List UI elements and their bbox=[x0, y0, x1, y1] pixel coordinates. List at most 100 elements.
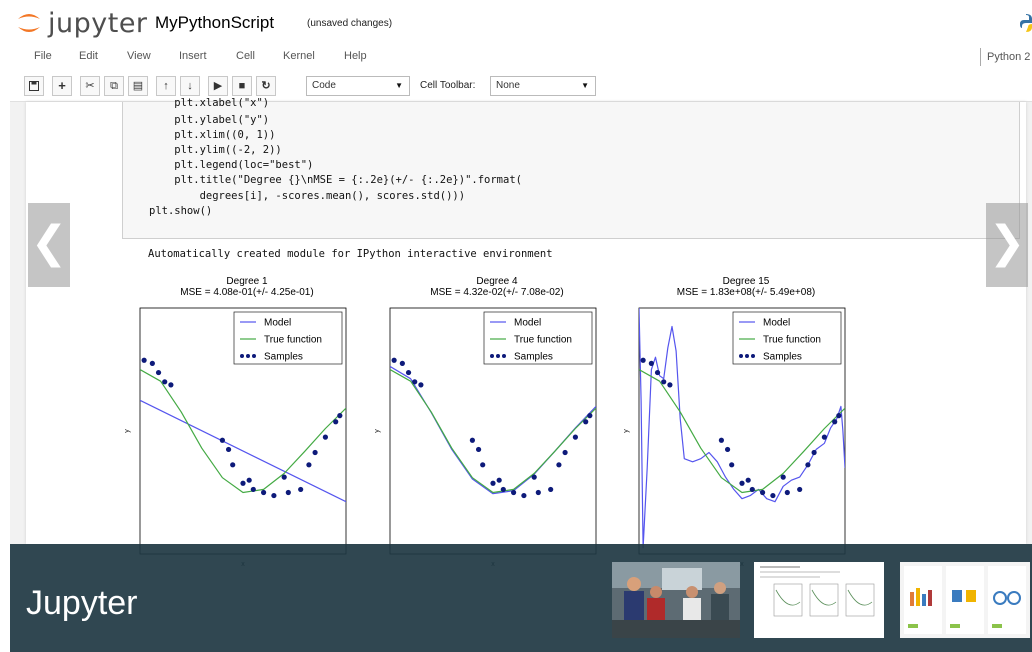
jupyter-logo-icon bbox=[16, 10, 42, 36]
stop-button[interactable]: ■ bbox=[232, 76, 252, 96]
run-button[interactable]: ▶ bbox=[208, 76, 228, 96]
thumbnail-slides-image bbox=[900, 562, 1030, 638]
thumbnail-notebook[interactable] bbox=[754, 562, 884, 638]
menu-cell[interactable]: Cell bbox=[236, 50, 255, 62]
next-slide-button[interactable]: ❯ bbox=[986, 203, 1028, 287]
plot-degree-15: xyModelTrue functionSamples bbox=[623, 307, 846, 568]
sample-point bbox=[337, 413, 343, 419]
legend-label: True function bbox=[514, 335, 572, 346]
plot-title-line: Degree 15 bbox=[722, 276, 770, 287]
menu-kernel[interactable]: Kernel bbox=[283, 50, 315, 62]
sample-point bbox=[724, 446, 731, 453]
sample-point bbox=[261, 489, 267, 496]
sample-point bbox=[162, 379, 168, 385]
sample-point bbox=[496, 477, 502, 483]
run-icon: ▶ bbox=[213, 80, 223, 92]
sample-point bbox=[562, 449, 568, 456]
sample-point bbox=[784, 489, 790, 496]
move-up-button[interactable]: ↑ bbox=[156, 76, 176, 96]
sample-point bbox=[412, 379, 418, 385]
menu-view[interactable]: View bbox=[127, 50, 151, 62]
sample-point bbox=[640, 357, 646, 363]
menu-help[interactable]: Help bbox=[344, 50, 367, 62]
sample-point bbox=[168, 382, 174, 388]
cut-button[interactable]: ✂ bbox=[80, 76, 100, 96]
code-line: plt.xlabel("x") bbox=[149, 97, 270, 109]
sample-point bbox=[333, 419, 339, 425]
sample-point bbox=[648, 360, 654, 366]
cell-type-value: Code bbox=[312, 80, 336, 91]
sample-point bbox=[745, 477, 751, 483]
thumbnail-photo[interactable] bbox=[612, 562, 740, 638]
sample-point bbox=[667, 382, 673, 388]
plot-title-line: MSE = 4.32e-02(+/- 7.08e-02) bbox=[430, 287, 564, 298]
sample-point bbox=[298, 486, 304, 493]
legend-marker bbox=[246, 354, 250, 358]
sample-point bbox=[418, 382, 424, 388]
plot-title-line: MSE = 1.83e+08(+/- 5.49e+08) bbox=[676, 287, 816, 298]
sample-point bbox=[739, 480, 745, 486]
sample-point bbox=[811, 449, 817, 456]
sample-point bbox=[306, 462, 312, 468]
menu-insert[interactable]: Insert bbox=[179, 50, 207, 62]
sample-point bbox=[587, 413, 593, 419]
sample-point bbox=[729, 462, 735, 468]
gallery-title: Jupyter bbox=[26, 584, 138, 622]
previous-slide-button[interactable]: ❮ bbox=[28, 203, 70, 287]
sample-point bbox=[760, 489, 766, 496]
sample-point bbox=[141, 357, 147, 363]
sample-point bbox=[661, 379, 667, 385]
code-line: plt.ylabel("y") bbox=[149, 114, 270, 126]
sample-point bbox=[780, 474, 786, 480]
sample-point bbox=[281, 474, 287, 480]
menu-edit[interactable]: Edit bbox=[79, 50, 98, 62]
restart-icon: ↻ bbox=[261, 80, 271, 92]
chevron-down-icon: ▼ bbox=[395, 81, 403, 90]
legend-label: Model bbox=[514, 318, 541, 329]
legend-marker bbox=[751, 354, 755, 358]
plus-icon: + bbox=[58, 78, 66, 93]
sample-point bbox=[572, 434, 578, 440]
move-down-button[interactable]: ↓ bbox=[180, 76, 200, 96]
sample-point bbox=[718, 437, 724, 443]
code-line: degrees[i], -scores.mean(), scores.std()… bbox=[149, 190, 466, 202]
cell-toolbar-select[interactable]: None ▼ bbox=[490, 76, 596, 96]
stop-icon: ■ bbox=[238, 80, 246, 92]
save-button[interactable] bbox=[24, 76, 44, 96]
sample-point bbox=[511, 489, 517, 496]
legend-label: Samples bbox=[514, 352, 553, 363]
plot-degree-4: xyModelTrue functionSamples bbox=[374, 307, 597, 568]
jupyter-logo[interactable]: jupyter bbox=[16, 6, 148, 40]
code-line: plt.show() bbox=[149, 205, 213, 217]
insert-cell-button[interactable]: + bbox=[52, 76, 72, 96]
notebook-name[interactable]: MyPythonScript bbox=[155, 13, 274, 33]
code-line: plt.ylim((-2, 2)) bbox=[149, 144, 282, 156]
restart-button[interactable]: ↻ bbox=[256, 76, 276, 96]
legend-marker bbox=[745, 354, 749, 358]
cell-type-select[interactable]: Code ▼ bbox=[306, 76, 410, 96]
legend-label: Model bbox=[264, 318, 291, 329]
menu-file[interactable]: File bbox=[34, 50, 52, 62]
sample-point bbox=[832, 419, 838, 425]
sample-point bbox=[405, 369, 412, 376]
sample-point bbox=[312, 449, 318, 456]
sample-point bbox=[225, 446, 232, 453]
chevron-down-icon: ▼ bbox=[581, 81, 589, 90]
copy-button[interactable]: ⧉ bbox=[104, 76, 124, 96]
save-status: (unsaved changes) bbox=[307, 18, 393, 29]
sample-point bbox=[250, 486, 256, 493]
paste-button[interactable]: ▤ bbox=[128, 76, 148, 96]
legend-label: True function bbox=[264, 335, 322, 346]
plot-title-line: Degree 1 bbox=[226, 276, 268, 287]
code-line: plt.xlim((0, 1)) bbox=[149, 129, 276, 141]
sample-point bbox=[399, 360, 405, 366]
sample-point bbox=[271, 492, 277, 499]
plot-title-line: MSE = 4.08e-01(+/- 4.25e-01) bbox=[180, 287, 314, 298]
plot-title: Degree 4 MSE = 4.32e-02(+/- 7.08e-02) bbox=[387, 276, 607, 298]
chevron-right-icon: ❯ bbox=[988, 217, 1026, 268]
sample-point bbox=[821, 434, 827, 440]
y-axis-label: y bbox=[124, 429, 131, 433]
code-cell-input[interactable]: plt.xlabel("x") plt.ylabel("y") plt.xlim… bbox=[122, 97, 1020, 239]
sample-point bbox=[654, 369, 661, 376]
thumbnail-slides[interactable] bbox=[900, 562, 1030, 638]
